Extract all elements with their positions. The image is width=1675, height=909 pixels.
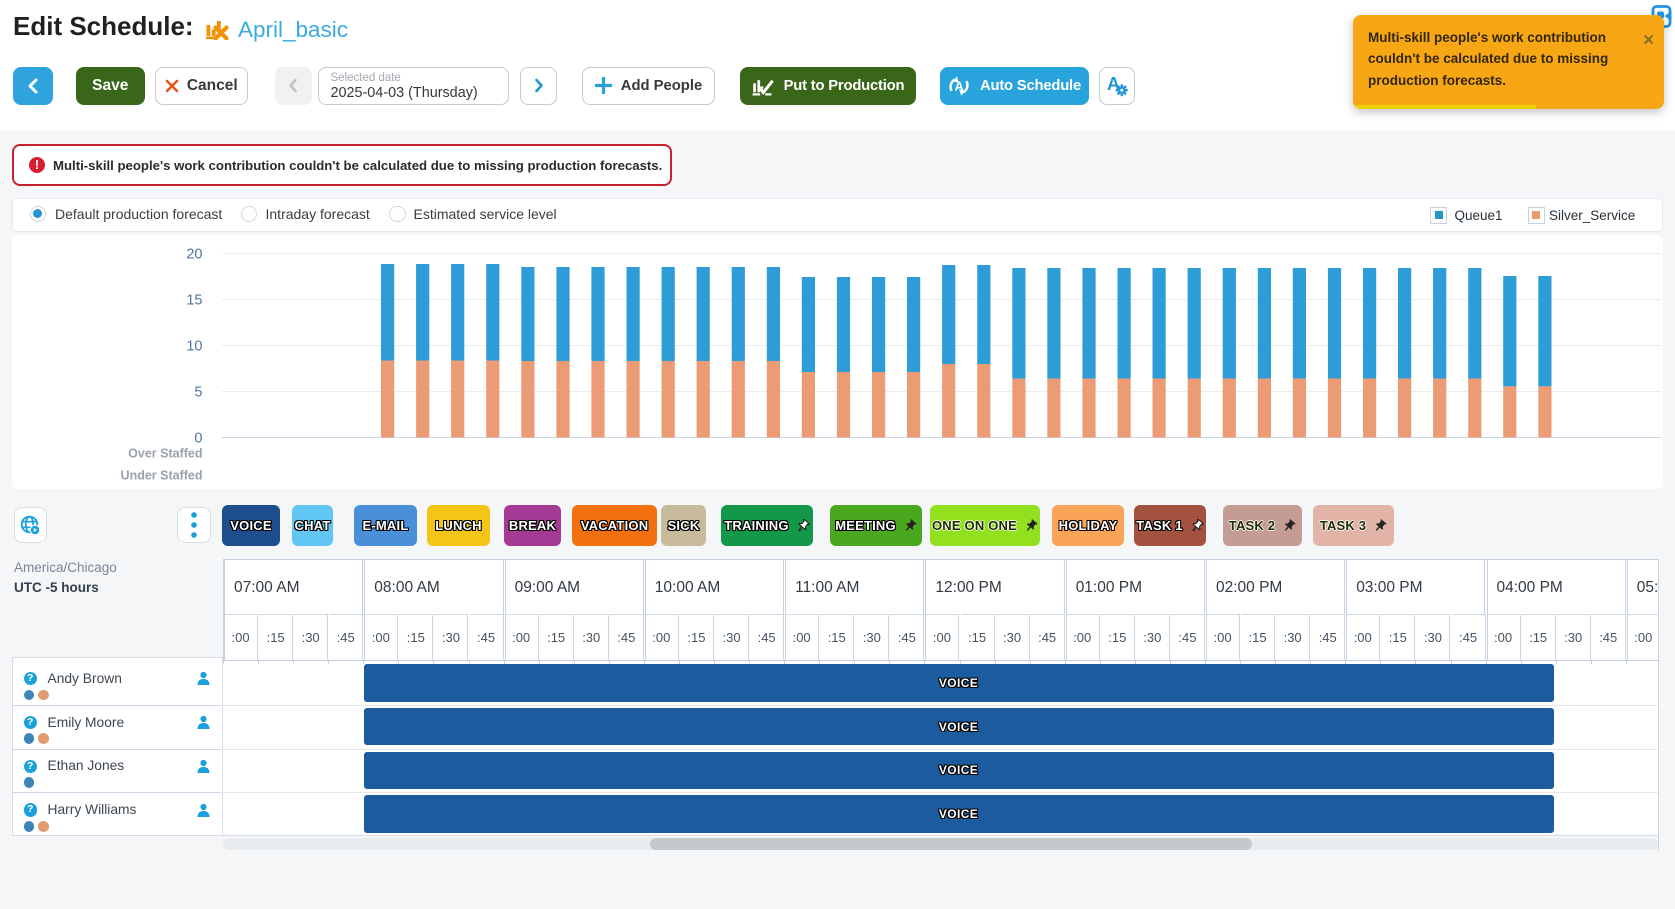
svg-text:20: 20 [186, 247, 202, 263]
svg-text:10: 10 [186, 339, 202, 355]
svg-text:Under Staffed: Under Staffed [121, 469, 203, 483]
svg-text:0: 0 [194, 431, 202, 447]
svg-text:A: A [955, 79, 964, 93]
svg-text:5: 5 [194, 385, 202, 401]
svg-text:Over Staffed: Over Staffed [128, 447, 202, 461]
svg-text:15: 15 [186, 293, 202, 309]
